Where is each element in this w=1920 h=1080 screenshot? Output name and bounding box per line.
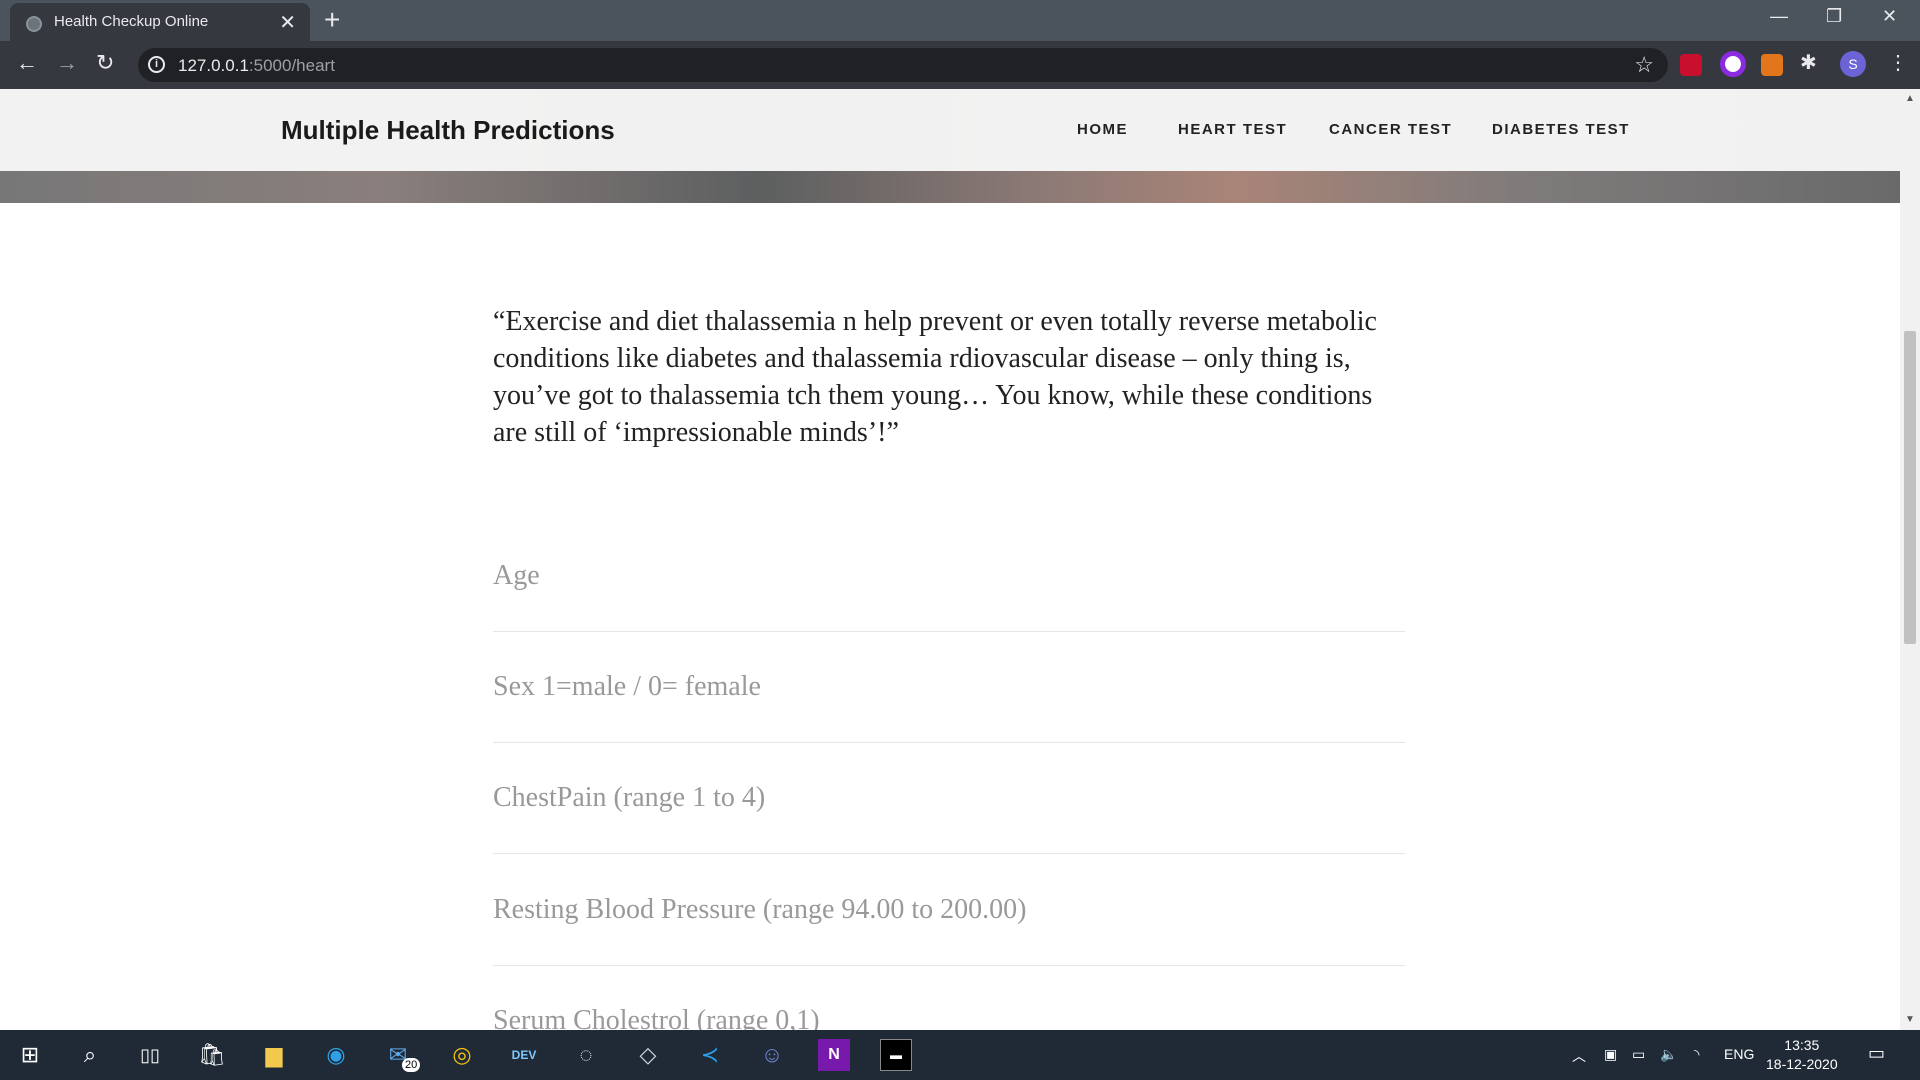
blood-pressure-field[interactable]	[493, 855, 1405, 966]
notifications-icon[interactable]: ▭	[1868, 1043, 1885, 1064]
extension-icon[interactable]	[1720, 51, 1746, 77]
scrollbar-thumb[interactable]	[1904, 331, 1916, 644]
sex-input[interactable]	[493, 632, 1405, 742]
nav-link-cancer-test[interactable]: CANCER TEST	[1329, 121, 1452, 138]
nav-link-diabetes-test[interactable]: DIABETES TEST	[1492, 121, 1630, 138]
bookmark-star-icon[interactable]: ☆	[1634, 52, 1654, 78]
app-swirl-icon[interactable]: ◌	[570, 1039, 602, 1071]
puzzle-extensions-icon[interactable]: ✱	[1800, 50, 1817, 75]
site-brand[interactable]: Multiple Health Predictions	[281, 115, 615, 146]
page-viewport: Multiple Health Predictions HOME HEART T…	[0, 89, 1900, 1030]
terminal-icon[interactable]: ▬	[880, 1039, 912, 1071]
device-icon[interactable]: ▣	[1604, 1046, 1617, 1063]
chest-pain-input[interactable]	[493, 743, 1405, 853]
reload-icon[interactable]: ↻	[96, 50, 114, 76]
cholesterol-input[interactable]	[493, 966, 1405, 1030]
chrome-icon[interactable]: ◎	[446, 1039, 478, 1071]
task-view-icon[interactable]: ▯▯	[134, 1039, 166, 1071]
virtualbox-icon[interactable]: ◇	[632, 1039, 664, 1071]
browser-toolbar: ← → ↻ i 127.0.0.1:5000/heart ☆ ✱ S ⋮	[0, 41, 1920, 89]
site-navbar: Multiple Health Predictions HOME HEART T…	[0, 89, 1900, 171]
clock-time: 13:35	[1784, 1037, 1820, 1053]
age-input[interactable]	[493, 521, 1405, 631]
language-indicator[interactable]: ENG	[1724, 1046, 1754, 1062]
system-clock[interactable]: 13:35 18-12-2020	[1766, 1036, 1838, 1074]
tab-close-icon[interactable]: ✕	[279, 10, 296, 35]
cholesterol-field[interactable]	[493, 966, 1405, 1030]
browser-tab-bar: Health Checkup Online ✕ + — ❐ ✕	[0, 0, 1920, 41]
forward-arrow-icon[interactable]: →	[56, 50, 78, 76]
globe-icon	[26, 16, 42, 32]
address-bar[interactable]: i 127.0.0.1:5000/heart ☆	[138, 48, 1668, 82]
volume-icon[interactable]: 🔈	[1660, 1046, 1677, 1063]
sex-field[interactable]	[493, 632, 1405, 743]
page-scrollbar[interactable]: ▲ ▼	[1900, 89, 1920, 1030]
store-icon[interactable]: 🛍	[196, 1039, 228, 1071]
pocket-extension-icon[interactable]	[1680, 54, 1702, 76]
restore-button[interactable]: ❐	[1826, 6, 1842, 27]
browser-tab[interactable]: Health Checkup Online ✕	[10, 3, 310, 41]
edge-browser-icon[interactable]: ◉	[320, 1039, 352, 1071]
intro-quote: “Exercise and diet thalassemia n help pr…	[493, 306, 1377, 448]
blood-pressure-input[interactable]	[493, 855, 1405, 965]
nav-link-home[interactable]: HOME	[1077, 121, 1128, 138]
search-icon[interactable]: ⌕	[74, 1039, 106, 1071]
window-close-button[interactable]: ✕	[1882, 6, 1897, 27]
clock-date: 18-12-2020	[1766, 1056, 1838, 1072]
metamask-fox-icon[interactable]	[1761, 54, 1783, 76]
chrome-menu-icon[interactable]: ⋮	[1888, 50, 1908, 75]
url-host: 127.0.0.1	[178, 56, 249, 75]
file-explorer-icon[interactable]: ▆	[258, 1039, 290, 1071]
back-arrow-icon[interactable]: ←	[16, 50, 38, 76]
windows-taskbar: ⊞ ⌕ ▯▯ 🛍 ▆ ◉ ✉ 20 ◎ DEV ◌ ◇ ≺ ☺ N ▬ ︿ ▣ …	[0, 1030, 1920, 1080]
vscode-icon[interactable]: ≺	[694, 1039, 726, 1071]
chest-pain-field[interactable]	[493, 743, 1405, 854]
battery-icon[interactable]: ▭	[1632, 1046, 1645, 1063]
tab-title: Health Checkup Online	[54, 13, 209, 30]
profile-avatar[interactable]: S	[1840, 51, 1866, 77]
scroll-down-arrow-icon[interactable]: ▼	[1905, 1014, 1915, 1025]
scroll-up-arrow-icon[interactable]: ▲	[1905, 93, 1915, 104]
wifi-icon[interactable]: ◝	[1694, 1046, 1699, 1063]
info-icon[interactable]: i	[148, 56, 165, 73]
url-text: 127.0.0.1:5000/heart	[178, 56, 335, 76]
discord-icon[interactable]: ☺	[756, 1039, 788, 1071]
tray-overflow-icon[interactable]: ︿	[1572, 1046, 1586, 1066]
dev-app-icon[interactable]: DEV	[508, 1039, 540, 1071]
new-tab-button[interactable]: +	[324, 4, 340, 36]
mail-badge: 20	[402, 1058, 421, 1072]
onenote-icon[interactable]: N	[818, 1039, 850, 1071]
minimize-button[interactable]: —	[1770, 6, 1788, 27]
windows-start-icon[interactable]: ⊞	[14, 1039, 46, 1071]
url-path: :5000/heart	[248, 56, 335, 75]
age-field[interactable]	[493, 521, 1405, 632]
nav-link-heart-test[interactable]: HEART TEST	[1178, 121, 1287, 138]
